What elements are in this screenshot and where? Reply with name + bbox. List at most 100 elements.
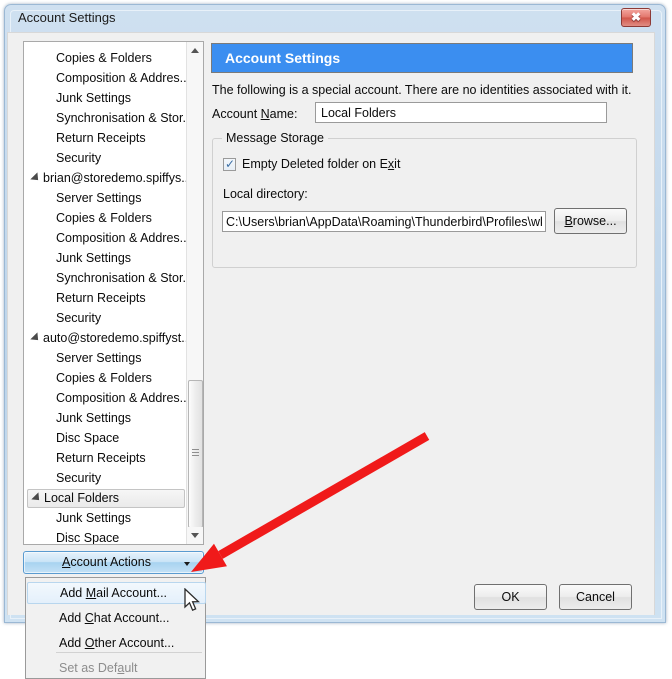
tree-item[interactable]: Synchronisation & Stor...: [27, 269, 193, 288]
menu-item-label-post: hat Account...: [93, 611, 170, 625]
scroll-up-button[interactable]: [187, 42, 203, 59]
menu-item: Set as Default: [27, 657, 206, 679]
scroll-down-button[interactable]: [187, 527, 203, 544]
tree-item[interactable]: Server Settings: [27, 189, 185, 208]
tree-item[interactable]: brian@storedemo.spiffys...: [27, 169, 192, 188]
tree-item-label: Local Folders: [44, 491, 120, 505]
account-description: The following is a special account. Ther…: [212, 83, 632, 97]
menu-item-label-pre: Add: [60, 586, 86, 600]
triangle-down-icon: [191, 533, 199, 538]
tree-item[interactable]: Server Settings: [27, 349, 185, 368]
message-storage-title: Message Storage: [222, 131, 328, 145]
ok-button[interactable]: OK: [474, 584, 547, 610]
page-title: Account Settings: [225, 50, 341, 66]
tree-item-label: Return Receipts: [56, 291, 146, 305]
tree-item-label: Junk Settings: [56, 511, 132, 525]
tree-item-label: Composition & Addres...: [56, 231, 191, 245]
menu-item-accesskey: O: [84, 636, 95, 650]
tree-item-label: Return Receipts: [56, 131, 146, 145]
account-name-input[interactable]: [315, 102, 607, 123]
empty-deleted-on-exit-checkbox[interactable]: ✓: [223, 157, 236, 171]
tree-item[interactable]: Security: [27, 149, 185, 168]
tree-item-label: Composition & Addres...: [56, 71, 191, 85]
tree-item[interactable]: Composition & Addres...: [27, 229, 190, 248]
menu-item[interactable]: Add Chat Account...: [27, 607, 206, 629]
close-icon: ✖: [630, 10, 642, 24]
tree-item[interactable]: Junk Settings: [27, 409, 185, 428]
tree-item[interactable]: Security: [27, 469, 185, 488]
menu-item-label-pre: Set as Def: [59, 661, 118, 675]
menu-item-label-pre: Add: [59, 636, 85, 650]
twisty-expanded-icon[interactable]: [30, 172, 42, 184]
account-name-label-post: ame:: [269, 107, 298, 121]
cancel-button[interactable]: Cancel: [559, 584, 632, 610]
browse-button[interactable]: Browse...: [554, 208, 627, 234]
tree-item[interactable]: Junk Settings: [27, 509, 185, 528]
menu-item-label-pre: Add: [59, 611, 85, 625]
dialog-client-area: Copies & Folders Composition & Addres... J…: [7, 32, 655, 615]
menu-item[interactable]: Add Other Account...: [27, 632, 206, 654]
chevron-down-icon: [184, 562, 190, 566]
tree-item[interactable]: Return Receipts: [27, 449, 185, 468]
account-tree-panel[interactable]: Copies & Folders Composition & Addres... J…: [23, 41, 204, 545]
message-storage-group: Message Storage ✓ Empty Deleted folder o…: [212, 131, 637, 268]
settings-banner: Account Settings: [211, 43, 633, 73]
account-name-label: Account Name:: [212, 107, 297, 121]
account-actions-button[interactable]: Account Actions: [23, 551, 204, 574]
checkmark-icon: ✓: [225, 157, 236, 171]
checkbox-label-post: it: [394, 157, 401, 171]
tree-item-label: Junk Settings: [56, 251, 132, 265]
browse-accesskey: B: [564, 214, 573, 228]
tree-item-label: Junk Settings: [56, 91, 132, 105]
tree-item[interactable]: Copies & Folders: [27, 369, 185, 388]
browse-button-label-rest: rowse...: [572, 214, 617, 228]
tree-item[interactable]: Copies & Folders: [27, 49, 185, 68]
triangle-up-icon: [191, 48, 199, 53]
tree-item-label: Server Settings: [56, 351, 142, 365]
account-name-label-pre: Account: [212, 107, 261, 121]
tree-item-label: brian@storedemo.spiffys...: [43, 171, 192, 185]
local-directory-input[interactable]: [222, 211, 546, 232]
tree-item-label: Security: [56, 311, 102, 325]
close-button[interactable]: ✖: [621, 8, 651, 27]
tree-item[interactable]: Junk Settings: [27, 249, 185, 268]
twisty-expanded-icon[interactable]: [30, 332, 42, 344]
account-name-accesskey: N: [260, 107, 270, 121]
menu-item-accesskey: C: [84, 611, 94, 625]
browse-button-label: Browse...: [555, 209, 626, 233]
tree-item[interactable]: Junk Settings: [27, 89, 185, 108]
account-actions-label-rest: ccount Actions: [70, 555, 151, 569]
tree-item-label: Disc Space: [56, 531, 120, 545]
tree-item-label: Copies & Folders: [56, 371, 152, 385]
menu-item-label-post: ail Account...: [96, 586, 168, 600]
tree-item-label: Disc Space: [56, 431, 120, 445]
tree-item[interactable]: Security: [27, 309, 185, 328]
tree-item-selected[interactable]: Local Folders: [27, 489, 185, 508]
menu-item-label-post: ther Account...: [94, 636, 175, 650]
tree-item[interactable]: Synchronisation & Stor...: [27, 109, 193, 128]
menu-item-accesskey: M: [85, 586, 97, 600]
tree-item[interactable]: Composition & Addres...: [27, 389, 190, 408]
tree-item[interactable]: Copies & Folders: [27, 209, 185, 228]
account-tree-list: Copies & Folders Composition & Addres... J…: [24, 42, 193, 545]
tree-item[interactable]: Disc Space: [27, 429, 185, 448]
tree-item[interactable]: Composition & Addres...: [27, 69, 190, 88]
tree-item-label: Copies & Folders: [56, 51, 152, 65]
tree-item-label: Server Settings: [56, 191, 142, 205]
tree-item[interactable]: Return Receipts: [27, 289, 185, 308]
tree-item-label: Composition & Addres...: [56, 391, 191, 405]
account-actions-menu[interactable]: Add Mail Account... Add Chat Account... Ad…: [25, 577, 206, 679]
tree-item-label: Junk Settings: [56, 411, 132, 425]
checkbox-label-pre: Empty Deleted folder on E: [242, 157, 388, 171]
tree-item[interactable]: Return Receipts: [27, 129, 185, 148]
local-directory-label: Local directory:: [223, 187, 308, 201]
tree-item-label: Copies & Folders: [56, 211, 152, 225]
scrollbar-thumb[interactable]: [188, 380, 203, 528]
menu-item[interactable]: Add Mail Account...: [27, 582, 206, 604]
title-bar[interactable]: Account Settings ✖: [5, 5, 657, 33]
tree-item[interactable]: auto@storedemo.spiffyst...: [27, 329, 192, 348]
twisty-expanded-icon[interactable]: [31, 492, 43, 504]
tree-item[interactable]: Disc Space: [27, 529, 185, 545]
tree-vertical-scrollbar[interactable]: [186, 42, 203, 544]
account-actions-label: Account Actions: [24, 552, 203, 573]
